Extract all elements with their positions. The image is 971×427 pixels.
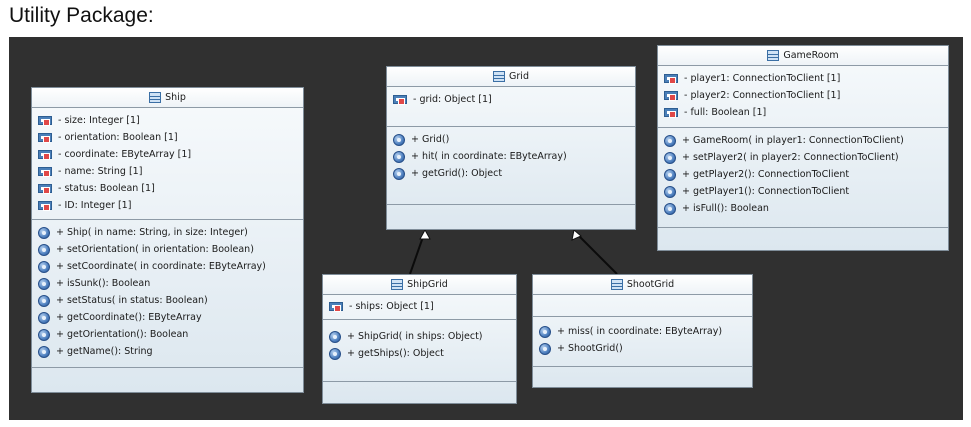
attribute-icon (38, 167, 52, 177)
operations-compartment: + GameRoom( in player1: ConnectionToClie… (658, 128, 948, 228)
attribute-icon (38, 201, 52, 211)
operation-icon (664, 185, 676, 198)
operation-row[interactable]: + setCoordinate( in coordinate: EByteArr… (32, 258, 303, 275)
class-header: Grid (387, 67, 635, 87)
shipgrid-generalization-arrow (419, 228, 431, 240)
class-gameroom[interactable]: GameRoom - player1: ConnectionToClient [… (657, 45, 949, 251)
class-header: ShipGrid (323, 275, 516, 295)
class-header: GameRoom (658, 46, 948, 66)
operation-icon (329, 330, 341, 343)
operation-icon (38, 294, 50, 307)
operation-icon (393, 133, 405, 146)
operation-icon (393, 167, 405, 180)
operation-icon (38, 345, 50, 358)
attribute-row[interactable]: - status: Boolean [1] (32, 180, 303, 197)
operation-row[interactable]: + getShips(): Object (323, 345, 516, 362)
class-icon (767, 50, 780, 61)
operation-icon (38, 277, 50, 290)
operations-compartment: + miss( in coordinate: EByteArray) + Sho… (533, 317, 752, 367)
class-name: Ship (165, 92, 186, 103)
class-icon (493, 71, 506, 82)
attributes-compartment: - grid: Object [1] (387, 87, 635, 127)
attribute-icon (664, 74, 678, 84)
page-title: Utility Package: (9, 4, 154, 27)
operation-icon (539, 325, 551, 338)
operation-row[interactable]: + getName(): String (32, 343, 303, 360)
attributes-compartment: - player1: ConnectionToClient [1] - play… (658, 66, 948, 128)
operation-row[interactable]: + hit( in coordinate: EByteArray) (387, 148, 635, 165)
class-icon (149, 92, 162, 103)
attribute-row[interactable]: - orientation: Boolean [1] (32, 129, 303, 146)
operation-row[interactable]: + Grid() (387, 131, 635, 148)
operation-icon (38, 260, 50, 273)
class-header: ShootGrid (533, 275, 752, 295)
operations-compartment: + Grid() + hit( in coordinate: EByteArra… (387, 127, 635, 205)
operation-icon (539, 342, 551, 355)
attribute-row[interactable]: - name: String [1] (32, 163, 303, 180)
class-name: ShipGrid (407, 279, 448, 290)
operation-row[interactable]: + getGrid(): Object (387, 165, 635, 182)
operation-icon (664, 151, 676, 164)
attribute-icon (38, 184, 52, 194)
diagram-canvas: Ship - size: Integer [1] - orientation: … (9, 37, 963, 420)
shootgrid-to-grid-link (576, 233, 618, 275)
operation-row[interactable]: + ShootGrid() (533, 340, 752, 357)
attribute-icon (393, 95, 407, 105)
operation-icon (393, 150, 405, 163)
attributes-compartment: - size: Integer [1] - orientation: Boole… (32, 108, 303, 220)
attribute-row[interactable]: - player1: ConnectionToClient [1] (658, 70, 948, 87)
operation-icon (38, 328, 50, 341)
operation-row[interactable]: + isFull(): Boolean (658, 200, 948, 217)
shipgrid-to-grid-link (409, 233, 425, 275)
attribute-row[interactable]: - player2: ConnectionToClient [1] (658, 87, 948, 104)
attribute-row[interactable]: - grid: Object [1] (387, 91, 635, 108)
class-name: Grid (509, 71, 529, 82)
operation-row[interactable]: + setStatus( in status: Boolean) (32, 292, 303, 309)
attribute-icon (38, 150, 52, 160)
operation-row[interactable]: + Ship( in name: String, in size: Intege… (32, 224, 303, 241)
attribute-icon (329, 302, 343, 312)
operation-row[interactable]: + getPlayer1(): ConnectionToClient (658, 183, 948, 200)
class-icon (391, 279, 404, 290)
operation-icon (664, 168, 676, 181)
operations-compartment: + ShipGrid( in ships: Object) + getShips… (323, 320, 516, 382)
operation-icon (38, 243, 50, 256)
attribute-row[interactable]: - ships: Object [1] (323, 298, 516, 315)
operation-icon (664, 202, 676, 215)
operation-row[interactable]: + getPlayer2(): ConnectionToClient (658, 166, 948, 183)
class-grid[interactable]: Grid - grid: Object [1] + Grid() + hit( … (386, 66, 636, 230)
attribute-row[interactable]: - coordinate: EByteArray [1] (32, 146, 303, 163)
attribute-row[interactable]: - ID: Integer [1] (32, 197, 303, 214)
class-name: ShootGrid (626, 279, 675, 290)
class-ship[interactable]: Ship - size: Integer [1] - orientation: … (31, 87, 304, 393)
operation-row[interactable]: + setOrientation( in orientation: Boolea… (32, 241, 303, 258)
operation-row[interactable]: + getCoordinate(): EByteArray (32, 309, 303, 326)
operation-row[interactable]: + miss( in coordinate: EByteArray) (533, 323, 752, 340)
class-header: Ship (32, 88, 303, 108)
attributes-compartment (533, 295, 752, 317)
attribute-row[interactable]: - full: Boolean [1] (658, 104, 948, 121)
attribute-icon (664, 108, 678, 118)
operation-row[interactable]: + GameRoom( in player1: ConnectionToClie… (658, 132, 948, 149)
operation-icon (38, 226, 50, 239)
operation-row[interactable]: + ShipGrid( in ships: Object) (323, 328, 516, 345)
operation-icon (664, 134, 676, 147)
attribute-icon (38, 133, 52, 143)
class-name: GameRoom (783, 50, 839, 61)
operation-icon (38, 311, 50, 324)
operation-icon (329, 347, 341, 360)
operation-row[interactable]: + getOrientation(): Boolean (32, 326, 303, 343)
shootgrid-generalization-arrow (571, 229, 582, 241)
attribute-icon (664, 91, 678, 101)
operation-row[interactable]: + isSunk(): Boolean (32, 275, 303, 292)
class-shootgrid[interactable]: ShootGrid + miss( in coordinate: EByteAr… (532, 274, 753, 388)
operations-compartment: + Ship( in name: String, in size: Intege… (32, 220, 303, 368)
class-icon (610, 279, 623, 290)
attributes-compartment: - ships: Object [1] (323, 295, 516, 320)
attribute-row[interactable]: - size: Integer [1] (32, 112, 303, 129)
attribute-icon (38, 116, 52, 126)
operation-row[interactable]: + setPlayer2( in player2: ConnectionToCl… (658, 149, 948, 166)
class-shipgrid[interactable]: ShipGrid - ships: Object [1] + ShipGrid(… (322, 274, 517, 404)
